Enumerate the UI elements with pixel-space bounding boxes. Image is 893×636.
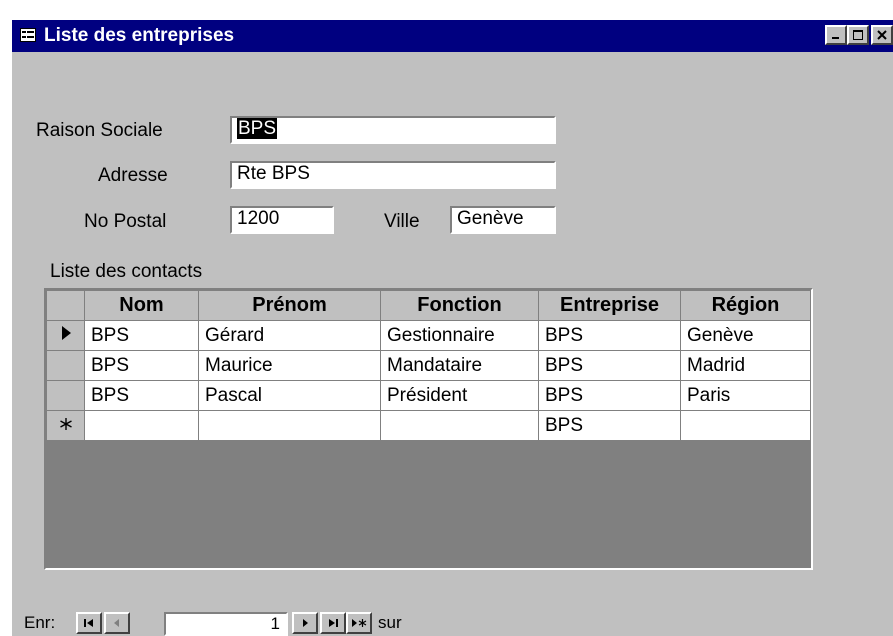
cell-nom[interactable]: BPS (84, 350, 199, 381)
new-record-icon (352, 619, 367, 627)
column-header-prenom[interactable]: Prénom (198, 290, 381, 321)
row-selector-current[interactable] (46, 320, 85, 351)
raison-sociale-label: Raison Sociale (36, 120, 163, 141)
window-title: Liste des entreprises (44, 25, 235, 46)
cell-entreprise[interactable]: BPS (538, 380, 681, 411)
contacts-table: Nom Prénom Fonction Entreprise Région BP… (46, 290, 811, 441)
raison-sociale-value: BPS (237, 118, 278, 139)
no-postal-field[interactable]: 1200 (230, 206, 334, 234)
title-bar[interactable]: Liste des entreprises (12, 20, 893, 52)
current-record-input[interactable]: 1 (164, 612, 288, 636)
current-record-icon (61, 325, 71, 340)
row-selector[interactable] (46, 350, 85, 381)
previous-record-button[interactable] (104, 612, 130, 634)
cell-prenom[interactable]: Pascal (198, 380, 381, 411)
adresse-label: Adresse (98, 165, 168, 186)
first-record-button[interactable] (76, 612, 102, 634)
record-label: Enr: (24, 613, 56, 632)
cell-prenom[interactable]: Gérard (198, 320, 381, 351)
raison-sociale-field[interactable]: BPS (230, 116, 556, 144)
no-postal-label: No Postal (84, 211, 167, 232)
close-icon (877, 30, 887, 40)
new-record-row: BPS (46, 410, 811, 441)
contacts-label: Liste des contacts (50, 261, 203, 282)
column-header-nom[interactable]: Nom (84, 290, 199, 321)
maximize-button[interactable] (847, 25, 869, 45)
record-total: sur 4 (378, 613, 402, 636)
cell-entreprise[interactable]: BPS (538, 350, 681, 381)
next-record-button[interactable] (292, 612, 318, 634)
cell-nom[interactable] (84, 410, 199, 441)
form-icon (20, 28, 36, 42)
cell-fonction[interactable] (380, 410, 539, 441)
cell-region[interactable]: Genève (680, 320, 811, 351)
next-record-icon (303, 619, 308, 627)
cell-region[interactable]: Madrid (680, 350, 811, 381)
table-row: BPS Maurice Mandataire BPS Madrid (46, 350, 811, 381)
header-row: Nom Prénom Fonction Entreprise Région (46, 290, 811, 321)
cell-fonction[interactable]: Mandataire (380, 350, 539, 381)
cell-entreprise[interactable]: BPS (538, 410, 681, 441)
adresse-field[interactable]: Rte BPS (230, 161, 556, 189)
row-selector[interactable] (46, 380, 85, 411)
cell-fonction[interactable]: Gestionnaire (380, 320, 539, 351)
table-row: BPS Gérard Gestionnaire BPS Genève (46, 320, 811, 351)
column-header-fonction[interactable]: Fonction (380, 290, 539, 321)
cell-nom[interactable]: BPS (84, 380, 199, 411)
minimize-button[interactable] (825, 25, 847, 45)
cell-region[interactable]: Paris (680, 380, 811, 411)
maximize-icon (853, 30, 863, 40)
close-button[interactable] (871, 25, 893, 45)
cell-prenom[interactable] (198, 410, 381, 441)
column-header-region[interactable]: Région (680, 290, 811, 321)
ville-field[interactable]: Genève (450, 206, 556, 234)
ville-label: Ville (384, 211, 420, 232)
last-record-icon (329, 619, 338, 627)
contacts-subform[interactable]: Nom Prénom Fonction Entreprise Région BP… (44, 288, 813, 570)
new-record-button[interactable] (346, 612, 372, 634)
cell-prenom[interactable]: Maurice (198, 350, 381, 381)
first-record-icon (84, 619, 93, 627)
cell-entreprise[interactable]: BPS (538, 320, 681, 351)
cell-fonction[interactable]: Président (380, 380, 539, 411)
previous-record-icon (114, 619, 119, 627)
last-record-button[interactable] (320, 612, 346, 634)
minimize-icon (832, 37, 839, 39)
cell-nom[interactable]: BPS (84, 320, 199, 351)
row-selector-new[interactable] (46, 410, 85, 441)
new-record-asterisk-icon (59, 417, 72, 430)
cell-region[interactable] (680, 410, 811, 441)
table-row: BPS Pascal Président BPS Paris (46, 380, 811, 411)
column-header-entreprise[interactable]: Entreprise (538, 290, 681, 321)
corner-selector[interactable] (46, 290, 85, 321)
